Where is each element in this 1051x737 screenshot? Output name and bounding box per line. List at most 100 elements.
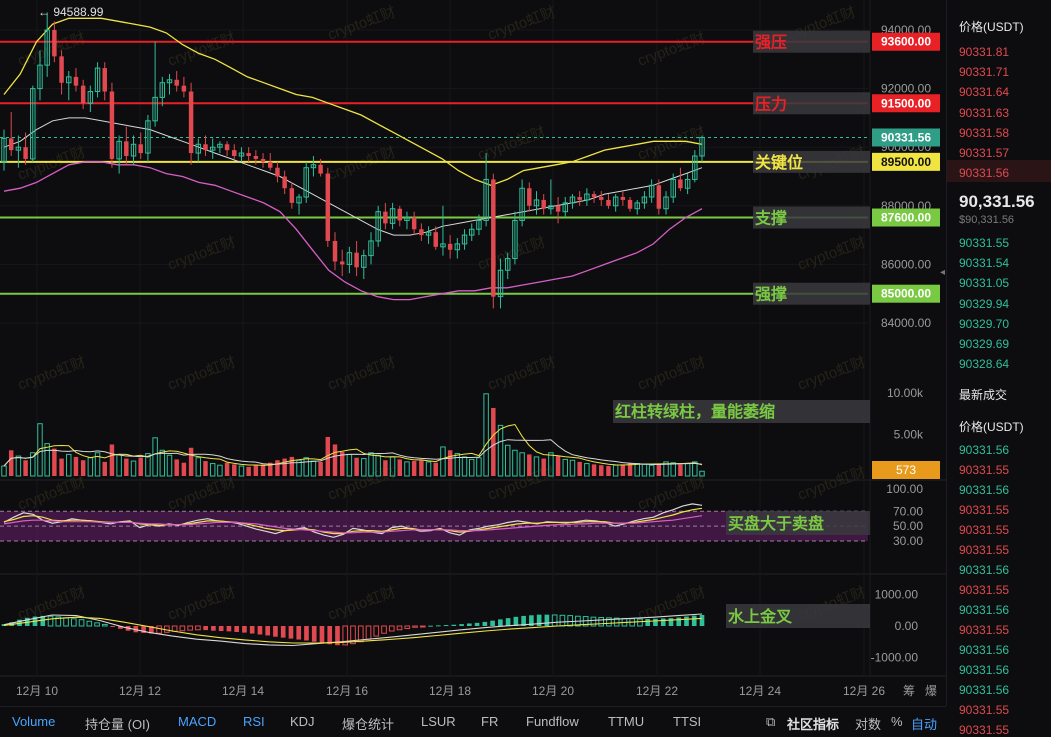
- macd-bar: [435, 625, 441, 627]
- level-annotation-3: 支撑: [754, 209, 787, 228]
- trade-price: 90331.56: [959, 663, 1010, 677]
- x-tick-label: 12月 12: [119, 684, 161, 698]
- candle-body: [8, 138, 14, 151]
- tab-lsur[interactable]: LSUR: [421, 714, 456, 729]
- macd-bar: [443, 625, 449, 627]
- tab-fr[interactable]: FR: [481, 714, 498, 729]
- last-price: 90,331.56: [959, 192, 1035, 211]
- auto-scale-button[interactable]: 自动: [911, 714, 937, 733]
- macd-bar: [226, 626, 232, 632]
- trade-price: 90331.55: [959, 463, 1010, 477]
- order-book-panel: 价格(USDT) 90331.81 90331.71 90331.64 90331.6…: [946, 0, 1051, 737]
- macd-bar: [234, 626, 239, 632]
- volume-bar: [102, 461, 107, 476]
- macd-bar: [319, 626, 325, 644]
- level-price-tag: 85000.00: [881, 287, 931, 301]
- bid-price: 90329.69: [959, 337, 1010, 351]
- macd-bar: [288, 626, 294, 639]
- community-indicators-button[interactable]: 社区指标: [787, 714, 839, 733]
- volume-bar: [656, 463, 662, 476]
- percent-button[interactable]: %: [891, 714, 903, 729]
- volume-bar: [260, 464, 266, 476]
- tab-ttmu[interactable]: TTMU: [608, 714, 644, 729]
- rsi-y-tick: 30.00: [893, 534, 923, 548]
- candle-body: [282, 176, 287, 189]
- candle-body: [339, 261, 345, 265]
- rsi-annotation: 买盘大于卖盘: [728, 514, 824, 533]
- macd-bar: [684, 616, 689, 626]
- candle-body: [268, 161, 273, 168]
- ask-price: 90331.56: [959, 166, 1010, 181]
- volume-bar: [678, 464, 683, 476]
- candle-body: [325, 173, 331, 241]
- tab-rsi[interactable]: RSI: [243, 714, 265, 729]
- macd-bar: [459, 624, 464, 626]
- macd-bar: [280, 626, 286, 638]
- bid-price: 90331.55: [959, 236, 1010, 250]
- candle-body: [411, 217, 417, 230]
- macd-bar: [544, 614, 550, 626]
- trade-price: 90331.56: [959, 603, 1010, 617]
- level-price-tag: 91500.00: [881, 96, 931, 110]
- volume-annotation: 红柱转绿柱，量能萎缩: [615, 402, 775, 421]
- trade-price: 90331.55: [959, 723, 1010, 737]
- macd-bar: [257, 626, 263, 635]
- bid-price: 90331.05: [959, 276, 1010, 291]
- candle-body: [541, 199, 546, 209]
- tab-fundflow[interactable]: Fundflow: [526, 714, 579, 729]
- volume-bar: [232, 464, 237, 476]
- macd-bar: [498, 619, 503, 626]
- tab-kdj[interactable]: KDJ: [290, 714, 315, 729]
- macd-bar: [304, 626, 309, 641]
- macd-bar: [676, 617, 682, 626]
- volume-bar: [80, 460, 86, 476]
- tab-macd[interactable]: MACD: [178, 714, 216, 729]
- candle-body: [59, 56, 64, 83]
- candle-body: [447, 243, 453, 250]
- tab-oi[interactable]: 持仓量 (OI): [85, 714, 150, 733]
- volume-bar: [577, 461, 582, 476]
- candle-body: [620, 197, 626, 200]
- volume-bar: [246, 466, 251, 476]
- trade-price: 90331.55: [959, 703, 1010, 717]
- chart-area[interactable]: crypto虹财 crypto虹财crypto虹财 crypto虹财crypto虹财…: [0, 0, 946, 706]
- volume-current-tag: 573: [896, 463, 916, 477]
- trades-title: 最新成交: [959, 388, 1008, 402]
- ask-price: 90331.57: [959, 146, 1010, 160]
- tab-[interactable]: 爆仓统计: [342, 714, 394, 733]
- candle-body: [52, 30, 57, 57]
- corner-label-b: 爆: [925, 684, 937, 698]
- tab-ttsi[interactable]: TTSI: [673, 714, 701, 729]
- macd-bar: [451, 624, 457, 626]
- collapse-arrow-icon: ◂: [940, 267, 945, 278]
- level-annotation-0: 强压: [755, 34, 787, 52]
- level-price-tag: 93600.00: [881, 35, 931, 49]
- candle-body: [577, 197, 582, 200]
- trade-price: 90331.55: [959, 523, 1010, 537]
- ask-price: 90331.81: [959, 45, 1010, 59]
- trade-price: 90331.56: [959, 443, 1010, 457]
- candle-body: [678, 179, 683, 189]
- macd-bar: [474, 622, 480, 626]
- candle-body: [246, 153, 251, 156]
- trade-price: 90331.55: [959, 583, 1010, 597]
- bid-price: 90328.64: [959, 357, 1010, 372]
- volume-bar: [599, 465, 604, 476]
- community-icon[interactable]: ⧉: [766, 714, 775, 730]
- candle-body: [627, 199, 633, 209]
- volume-bar: [383, 460, 388, 476]
- candle-body: [174, 79, 179, 86]
- candle-body: [224, 144, 230, 151]
- y-tick-label: 92000.00: [881, 82, 931, 96]
- log-scale-button[interactable]: 对数: [855, 714, 881, 733]
- candle-body: [599, 197, 604, 200]
- macd-bar: [265, 626, 271, 636]
- x-tick-label: 12月 10: [16, 684, 58, 698]
- candle-body: [555, 205, 561, 212]
- volume-bar: [73, 456, 79, 476]
- candle-body: [275, 167, 280, 177]
- volume-bar: [555, 456, 561, 476]
- tab-volume[interactable]: Volume: [12, 714, 55, 729]
- current-price-tag: 90331.56: [881, 130, 931, 144]
- x-tick-label: 12月 24: [739, 684, 781, 698]
